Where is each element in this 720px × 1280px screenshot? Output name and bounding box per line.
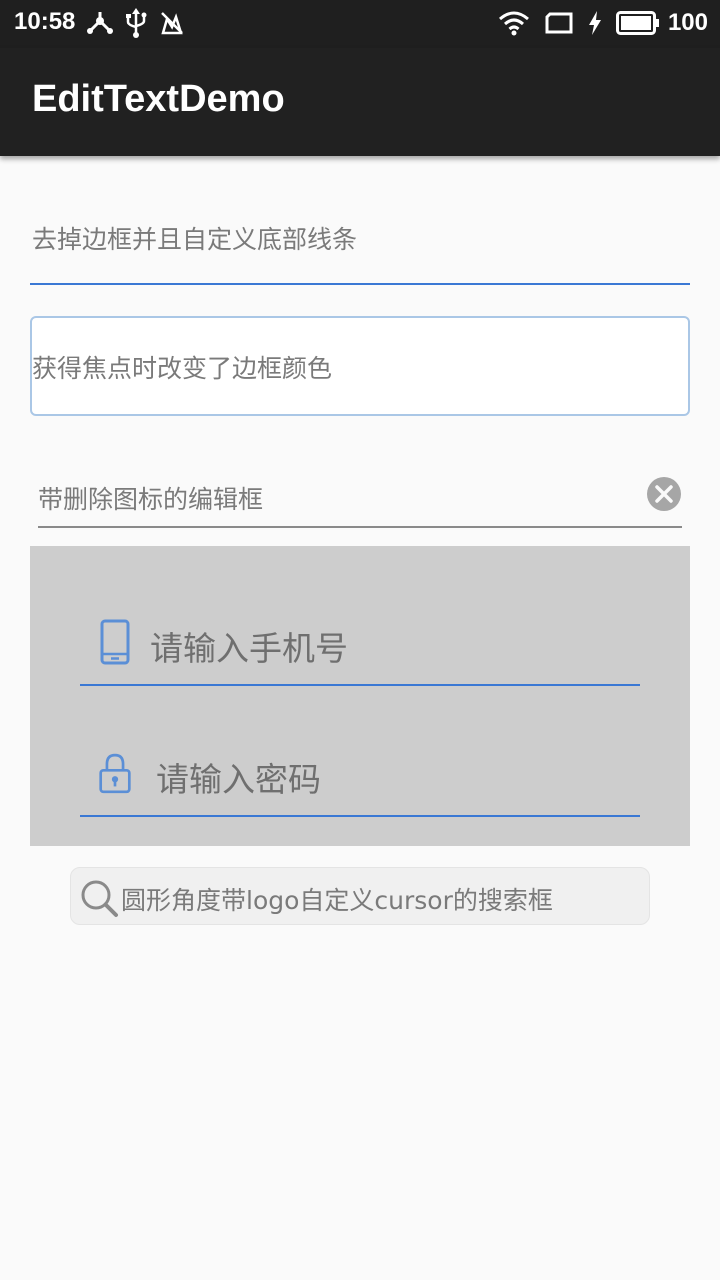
password-hint: 请输入密码	[156, 760, 321, 799]
search-icon	[81, 880, 118, 917]
focus-border-edit-text[interactable]: 获得焦点时改变了边框颜色	[30, 316, 690, 416]
share-icon	[87, 12, 113, 34]
battery-icon	[615, 11, 659, 35]
usb-icon	[126, 8, 147, 38]
clearable-edit-text[interactable]: 带删除图标的编辑框	[38, 470, 682, 528]
bottom-line-edit-text[interactable]: 去掉边框并且自定义底部线条	[30, 210, 690, 285]
phone-input[interactable]: 请输入手机号	[80, 610, 640, 686]
app-bar: EditTextDemo	[0, 48, 720, 156]
bottom-line-hint: 去掉边框并且自定义底部线条	[32, 225, 358, 254]
phone-hint: 请输入手机号	[150, 629, 348, 668]
status-bar: 10:58 100	[0, 0, 720, 48]
search-input[interactable]: 圆形角度带logo自定义cursor的搜索框	[70, 867, 650, 925]
clearable-hint: 带删除图标的编辑框	[38, 485, 264, 514]
battery-level: 100	[667, 9, 708, 36]
clear-icon[interactable]	[646, 476, 682, 512]
search-hint: 圆形角度带logo自定义cursor的搜索框	[121, 886, 553, 915]
status-icons-left	[86, 8, 186, 38]
status-icons-right: 100	[498, 6, 708, 40]
sync-off-icon	[161, 12, 183, 35]
charging-icon	[588, 11, 601, 35]
login-panel: 请输入手机号 请输入密码	[30, 546, 690, 846]
password-input[interactable]: 请输入密码	[80, 741, 640, 817]
wifi-icon	[498, 11, 529, 36]
app-title: EditTextDemo	[32, 78, 285, 120]
phone-icon	[100, 619, 130, 665]
status-time: 10:58	[14, 8, 76, 35]
lock-icon	[99, 753, 131, 794]
screen-icon	[545, 12, 573, 34]
focus-border-hint: 获得焦点时改变了边框颜色	[32, 354, 333, 383]
